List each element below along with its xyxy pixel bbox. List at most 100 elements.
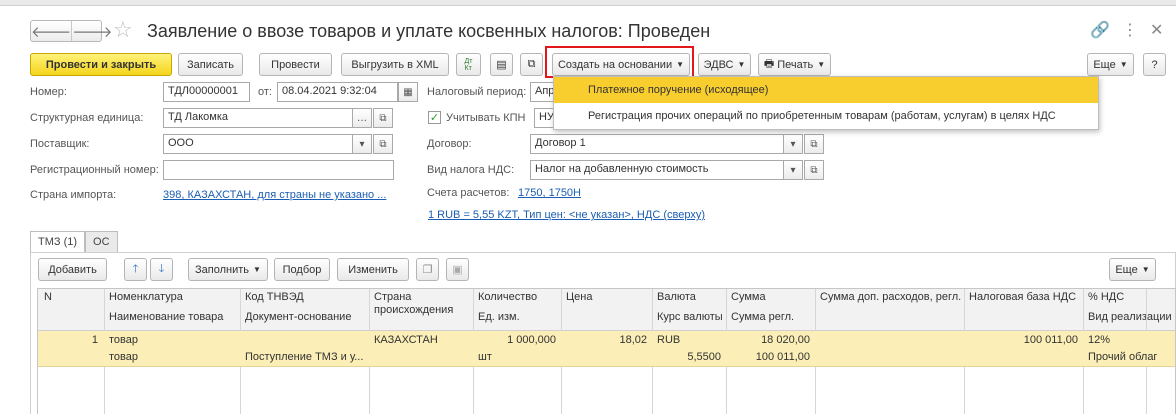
help-icon[interactable]: ? [1143, 53, 1166, 76]
col-extra[interactable]: Сумма доп. расходов, регл. [816, 289, 965, 305]
rate-link[interactable]: 1 RUB = 5,55 KZT, Тип цен: <не указан>, … [428, 209, 705, 221]
col-vat-pct[interactable]: % НДС [1084, 289, 1128, 305]
date-from-label: от: [258, 86, 272, 98]
country-label: Страна импорта: [30, 189, 117, 201]
fill-button[interactable]: Заполнить ▼ [188, 258, 268, 281]
vat-type-label: Вид налога НДС: [427, 164, 515, 176]
kpn-checkbox[interactable]: ✓ [428, 111, 441, 124]
open-icon[interactable]: ⧉ [373, 108, 393, 128]
move-down-icon[interactable]: 🡓 [150, 258, 173, 281]
back-arrow-icon[interactable]: 🡐 [31, 21, 71, 41]
print-label: Печать [777, 58, 814, 71]
table-more-button[interactable]: Еще ▼ [1109, 258, 1156, 281]
cell-name: товар [109, 351, 138, 363]
post-button[interactable]: Провести [259, 53, 332, 76]
chevron-down-icon: ▼ [737, 60, 746, 69]
cell-sale-type: Прочий облаг [1088, 351, 1158, 363]
supplier-field[interactable]: ООО [163, 134, 353, 154]
create-based-button[interactable]: Создать на основании ▼ [552, 53, 690, 76]
add-row-button[interactable]: Добавить [38, 258, 107, 281]
edvs-label: ЭДВС [703, 58, 734, 71]
col-qty[interactable]: Количество [474, 289, 541, 305]
paste-icon[interactable]: ▣ [446, 258, 469, 281]
col-sum-regl[interactable]: Сумма регл. [727, 309, 798, 325]
cell-rate: 5,5500 [687, 351, 721, 363]
open-icon[interactable]: ⧉ [804, 160, 824, 180]
tab-os[interactable]: ОС [85, 231, 118, 253]
menu-item-payment-order[interactable]: Платежное поручение (исходящее) [554, 77, 1098, 103]
col-unit[interactable]: Ед. изм. [474, 309, 524, 325]
edit-button[interactable]: Изменить [337, 258, 409, 281]
forward-arrow-icon[interactable]: 🡒 [71, 21, 112, 41]
tab-strip: ТМЗ (1) ОС [30, 231, 118, 253]
copy-icon[interactable]: ❐ [416, 258, 439, 281]
menu-item-other-operations[interactable]: Регистрация прочих операций по приобрете… [554, 103, 1098, 129]
close-icon[interactable]: ✕ [1150, 20, 1163, 39]
favorite-star-icon[interactable]: ☆ [113, 18, 133, 43]
cell-tnved [241, 332, 249, 336]
col-name[interactable]: Наименование товара [105, 309, 227, 325]
calendar-icon[interactable]: ▦ [398, 82, 418, 102]
export-xml-button[interactable]: Выгрузить в XML [341, 53, 449, 76]
col-country[interactable]: Страна происхождения [370, 289, 470, 319]
edvs-button[interactable]: ЭДВС ▼ [698, 53, 751, 76]
cell-nomen: товар [109, 334, 138, 346]
document-list-icon[interactable]: ▤ [490, 53, 513, 76]
cell-vat-pct: 12% [1088, 334, 1111, 346]
more-button[interactable]: Еще ▼ [1087, 53, 1134, 76]
reg-number-field[interactable] [163, 160, 394, 180]
col-tnved[interactable]: Код ТНВЭД [241, 289, 308, 305]
date-field[interactable]: 08.04.2021 9:32:04 [277, 82, 398, 102]
cell-qty: 1 000,000 [507, 334, 556, 346]
link-icon[interactable]: 🔗 [1090, 20, 1110, 39]
cell-doc: Поступление ТМЗ и у... [245, 351, 364, 363]
cell-price: 18,02 [619, 334, 647, 346]
col-nomen[interactable]: Номенклатура [105, 289, 187, 305]
contract-field[interactable]: Договор 1 [530, 134, 784, 154]
table-row[interactable]: 1 товар товар Поступление ТМЗ и у... КАЗ… [38, 331, 1175, 367]
cell-unit: шт [478, 351, 492, 363]
move-up-icon[interactable]: 🡑 [124, 258, 147, 281]
save-button[interactable]: Записать [178, 53, 243, 76]
col-rate[interactable]: Курс валюты [653, 309, 727, 325]
chevron-down-icon: ▼ [253, 265, 261, 274]
chevron-down-icon: ▼ [1141, 265, 1150, 274]
tax-period-label: Налоговый период: [427, 86, 527, 98]
col-n[interactable]: N [40, 289, 56, 305]
post-close-button[interactable]: Провести и закрыть [30, 53, 172, 76]
fill-label: Заполнить [195, 263, 250, 276]
country-link[interactable]: 398, КАЗАХСТАН, для страны не указано ..… [163, 189, 386, 201]
select-ellipsis-icon[interactable]: … [352, 108, 372, 128]
structure-icon[interactable]: ⧉ [520, 53, 543, 76]
select-button[interactable]: Подбор [274, 258, 330, 281]
accounts-link[interactable]: 1750, 1750Н [518, 187, 581, 199]
vat-type-field[interactable]: Налог на добавленную стоимость [530, 160, 784, 180]
dtkt-icon[interactable]: Дт Кт [456, 53, 481, 76]
col-sale-type[interactable]: Вид реализации [1084, 309, 1175, 325]
col-price[interactable]: Цена [562, 289, 596, 305]
chevron-down-icon[interactable]: ▾ [783, 160, 803, 180]
cell-n: 1 [91, 334, 98, 346]
create-based-menu: Платежное поручение (исходящее) Регистра… [553, 76, 1099, 130]
chevron-down-icon[interactable]: ▾ [783, 134, 803, 154]
chevron-down-icon: ▼ [1119, 60, 1128, 69]
printer-icon: 🖶 [763, 58, 775, 70]
nav-group: 🡐 🡒 [30, 20, 112, 42]
cell-sum: 18 020,00 [761, 334, 810, 346]
col-vat-base[interactable]: Налоговая база НДС [965, 289, 1080, 305]
number-field[interactable]: ТДЛ00000001 [163, 82, 250, 102]
col-sum[interactable]: Сумма [727, 289, 770, 305]
unit-field[interactable]: ТД Лакомка [163, 108, 353, 128]
open-icon[interactable]: ⧉ [373, 134, 393, 154]
col-currency[interactable]: Валюта [653, 289, 700, 305]
menu-dots-icon[interactable]: ⋮ [1122, 20, 1138, 39]
document-titlebar: 🡐 🡒 ☆ Заявление о ввозе товаров и уплате… [0, 6, 1176, 50]
open-icon[interactable]: ⧉ [804, 134, 824, 154]
create-based-label: Создать на основании [557, 58, 673, 71]
col-doc[interactable]: Документ-основание [241, 309, 355, 325]
tab-tmz[interactable]: ТМЗ (1) [30, 231, 86, 253]
unit-label: Структурная единица: [30, 112, 144, 124]
number-label: Номер: [30, 86, 67, 98]
chevron-down-icon[interactable]: ▾ [352, 134, 372, 154]
print-button[interactable]: 🖶 Печать ▼ [758, 53, 831, 76]
